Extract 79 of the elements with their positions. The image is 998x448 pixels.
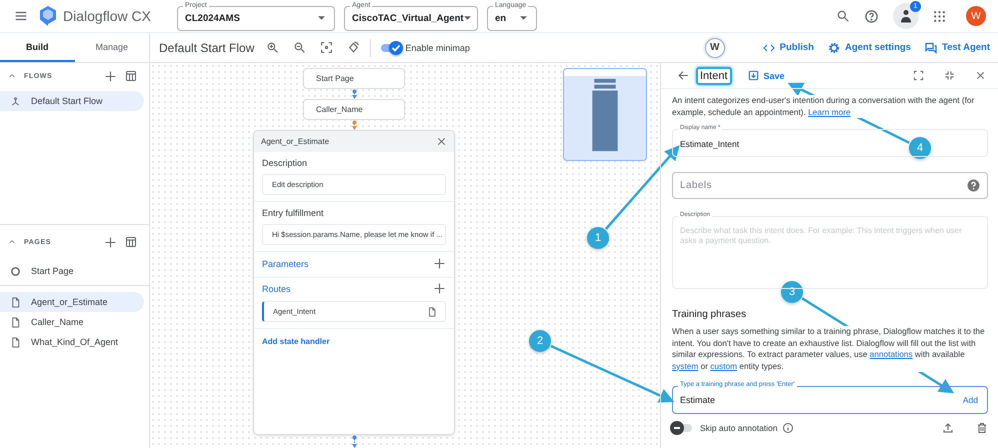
table-icon[interactable] (125, 236, 137, 248)
connector-arrow (351, 435, 358, 448)
sidebar-item[interactable]: What_Kind_Of_Agent (0, 332, 144, 352)
app-title: Dialogflow CX (63, 8, 152, 24)
sidebar-item[interactable]: Agent_or_Estimate (0, 292, 144, 312)
section-link[interactable]: Parameters (262, 258, 309, 268)
document-icon (10, 316, 21, 328)
chat-icon (924, 42, 937, 54)
collapse-icon[interactable] (8, 238, 16, 246)
toolbar-button[interactable]: Agent settings (828, 42, 911, 54)
toggle-label: Enable minimap (405, 42, 470, 52)
table-icon[interactable] (125, 70, 137, 82)
user-avatar[interactable]: W (966, 6, 986, 26)
link[interactable]: custom (710, 360, 738, 370)
dialogflow-logo-icon (40, 6, 56, 26)
rotate-icon[interactable] (347, 41, 360, 54)
sidebar-item[interactable]: Default Start Flow (0, 91, 144, 111)
search-icon[interactable] (836, 9, 850, 23)
link[interactable]: Learn more (808, 106, 850, 116)
zoom-out-icon[interactable] (293, 41, 306, 54)
save-icon (748, 70, 759, 81)
sidebar-tab[interactable]: Build (0, 33, 74, 62)
panel-title: Agent_or_Estimate (261, 137, 330, 146)
caret-icon (464, 16, 471, 20)
flow-icon (10, 96, 21, 106)
document-icon (427, 306, 437, 316)
minimap[interactable] (563, 68, 647, 161)
annotation-toggle[interactable] (672, 424, 692, 432)
flow-node[interactable]: Caller_Name (303, 99, 405, 120)
add-icon[interactable] (104, 70, 117, 82)
add-state-handler-link[interactable]: Add state handler (254, 329, 454, 354)
close-icon[interactable] (975, 70, 986, 81)
sidebar-item[interactable]: Start Page (0, 261, 144, 281)
code-icon (762, 42, 775, 54)
caret-icon (520, 16, 527, 20)
section-link[interactable]: Routes (262, 284, 291, 294)
toolbar-button[interactable]: Publish (762, 42, 814, 54)
user-avatar[interactable]: W (704, 38, 725, 58)
section-heading: Training phrases (672, 309, 748, 320)
zoom-in-icon[interactable] (266, 41, 280, 54)
field-label: Description (262, 158, 308, 168)
info-icon[interactable] (782, 422, 794, 434)
document-icon (10, 336, 21, 348)
step-badge: 4 (909, 137, 931, 159)
close-icon[interactable] (436, 136, 447, 147)
minimap-toggle[interactable] (381, 44, 402, 52)
link[interactable]: system (672, 360, 698, 370)
back-arrow-icon[interactable] (677, 69, 690, 82)
connector-arrow (351, 120, 358, 130)
flow-node[interactable]: Start Page (303, 68, 405, 89)
flow-title: Default Start Flow (159, 40, 254, 54)
add-icon[interactable] (104, 236, 117, 248)
focus-icon[interactable] (320, 41, 334, 54)
fullscreen-icon[interactable] (913, 70, 924, 81)
help-icon[interactable] (864, 8, 879, 24)
menu-icon[interactable] (14, 9, 28, 23)
circle-icon (10, 266, 21, 276)
labels-field[interactable]: Labels (672, 167, 988, 199)
sidebar-item[interactable]: Caller_Name (0, 312, 144, 332)
person-icon (900, 9, 912, 23)
panel-title: Intent (696, 66, 732, 84)
add-icon[interactable] (433, 257, 446, 270)
save-button[interactable]: Save (748, 70, 785, 81)
exit-fullscreen-icon[interactable] (944, 70, 955, 81)
gear-icon (828, 42, 840, 54)
caret-icon (318, 16, 325, 20)
field-label: Entry fulfillment (262, 208, 325, 218)
sidebar-tab[interactable]: Manage (74, 33, 149, 62)
add-icon[interactable] (433, 282, 446, 295)
collapse-icon[interactable] (8, 72, 16, 80)
toggle-label: Skip auto annotation (700, 423, 778, 433)
help-icon[interactable] (967, 179, 980, 192)
connector-arrow (351, 89, 358, 99)
toolbar-button[interactable]: Test Agent (924, 42, 990, 54)
upload-icon[interactable] (942, 422, 954, 434)
delete-icon[interactable] (976, 422, 988, 434)
apps-icon[interactable] (933, 10, 946, 22)
link[interactable]: annotations (870, 349, 913, 359)
document-icon (10, 296, 21, 308)
